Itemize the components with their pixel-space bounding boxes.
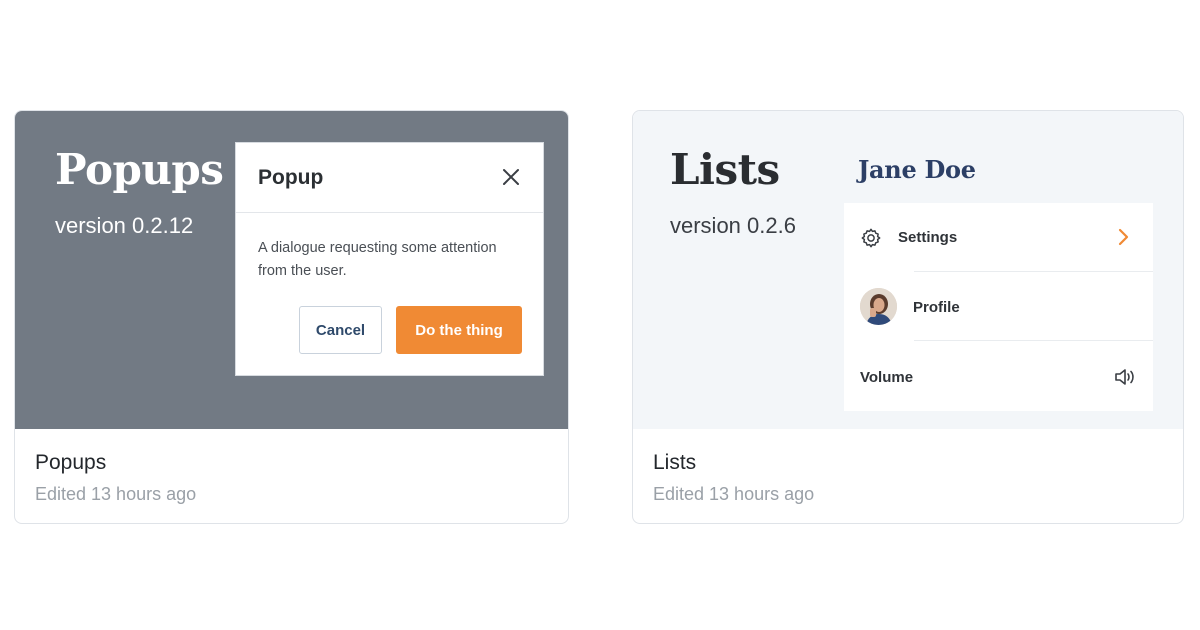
preview-version: version 0.2.6 — [670, 213, 796, 238]
list-item-profile[interactable]: Profile — [844, 272, 1153, 341]
user-name: Jane Doe — [858, 155, 976, 184]
card-preview-lists: Lists version 0.2.6 Jane Doe Settings Pr… — [633, 111, 1183, 429]
card-title: Lists — [653, 451, 697, 474]
popup-body: A dialogue requesting some attention fro… — [258, 240, 497, 279]
list-panel: Settings Profile Volume — [844, 203, 1153, 411]
card-preview-popups: Popups version 0.2.12 Popup A dialogue r… — [15, 111, 568, 429]
card-edited-time: Edited 13 hours ago — [35, 484, 197, 504]
card-popups[interactable]: Popups version 0.2.12 Popup A dialogue r… — [14, 110, 569, 524]
list-item-label: Settings — [898, 229, 958, 246]
avatar — [860, 288, 897, 325]
chevron-right-icon — [1117, 227, 1131, 247]
divider — [914, 340, 1153, 341]
cancel-button[interactable]: Cancel — [299, 306, 382, 354]
list-item-settings[interactable]: Settings — [844, 203, 1153, 272]
list-item-label: Profile — [913, 299, 960, 316]
popup-title: Popup — [258, 166, 324, 189]
card-lists[interactable]: Lists version 0.2.6 Jane Doe Settings Pr… — [632, 110, 1184, 524]
gear-icon — [860, 227, 882, 249]
list-item-volume[interactable]: Volume — [844, 342, 1153, 411]
do-the-thing-button[interactable]: Do the thing — [396, 306, 522, 354]
speaker-icon — [1113, 367, 1137, 387]
popup-header: Popup — [236, 143, 543, 213]
card-title: Popups — [35, 451, 107, 474]
card-edited-time: Edited 13 hours ago — [653, 484, 815, 504]
close-icon[interactable] — [499, 165, 523, 189]
preview-heading: Popups — [55, 145, 224, 194]
preview-version: version 0.2.12 — [55, 213, 194, 238]
preview-heading: Lists — [670, 145, 780, 194]
list-item-label: Volume — [860, 369, 914, 386]
popup-dialog: Popup A dialogue requesting some attenti… — [235, 142, 544, 376]
